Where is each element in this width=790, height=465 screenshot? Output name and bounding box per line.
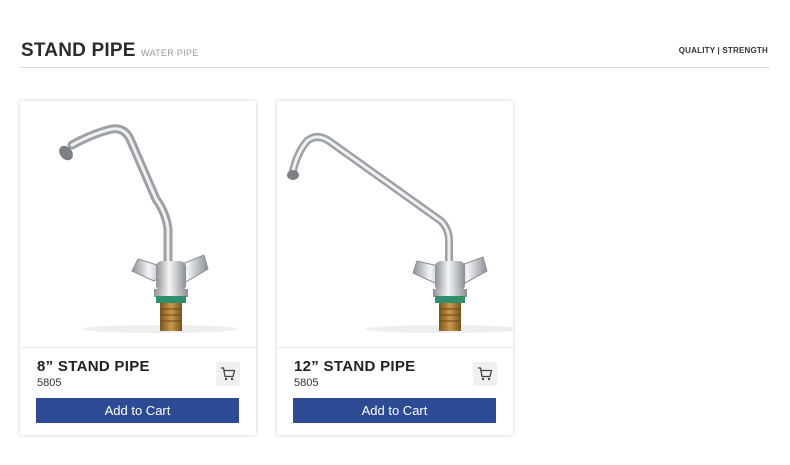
add-to-cart-button[interactable]: Add to Cart	[36, 398, 239, 423]
cart-icon[interactable]	[473, 362, 497, 386]
product-code: 5805	[294, 377, 319, 389]
page-title: STAND PIPE	[21, 40, 136, 61]
page-subtitle: WATER PIPE	[141, 48, 199, 58]
add-to-cart-button[interactable]: Add to Cart	[293, 398, 496, 423]
faucet-image	[287, 133, 513, 333]
product-image[interactable]	[277, 101, 513, 348]
section-header: STAND PIPE WATER PIPE QUALITY | STRENGTH	[21, 38, 770, 68]
tagline: QUALITY | STRENGTH	[678, 46, 768, 55]
cart-icon[interactable]	[216, 362, 240, 386]
product-name[interactable]: 8” STAND PIPE	[37, 358, 150, 375]
product-image[interactable]	[20, 101, 256, 348]
product-name[interactable]: 12” STAND PIPE	[294, 358, 415, 375]
product-card[interactable]: 12” STAND PIPE 5805 Add to Cart	[277, 101, 513, 435]
faucet-image	[59, 124, 238, 333]
product-card[interactable]: 8” STAND PIPE 5805 Add to Cart	[20, 101, 256, 435]
product-code: 5805	[37, 377, 62, 389]
